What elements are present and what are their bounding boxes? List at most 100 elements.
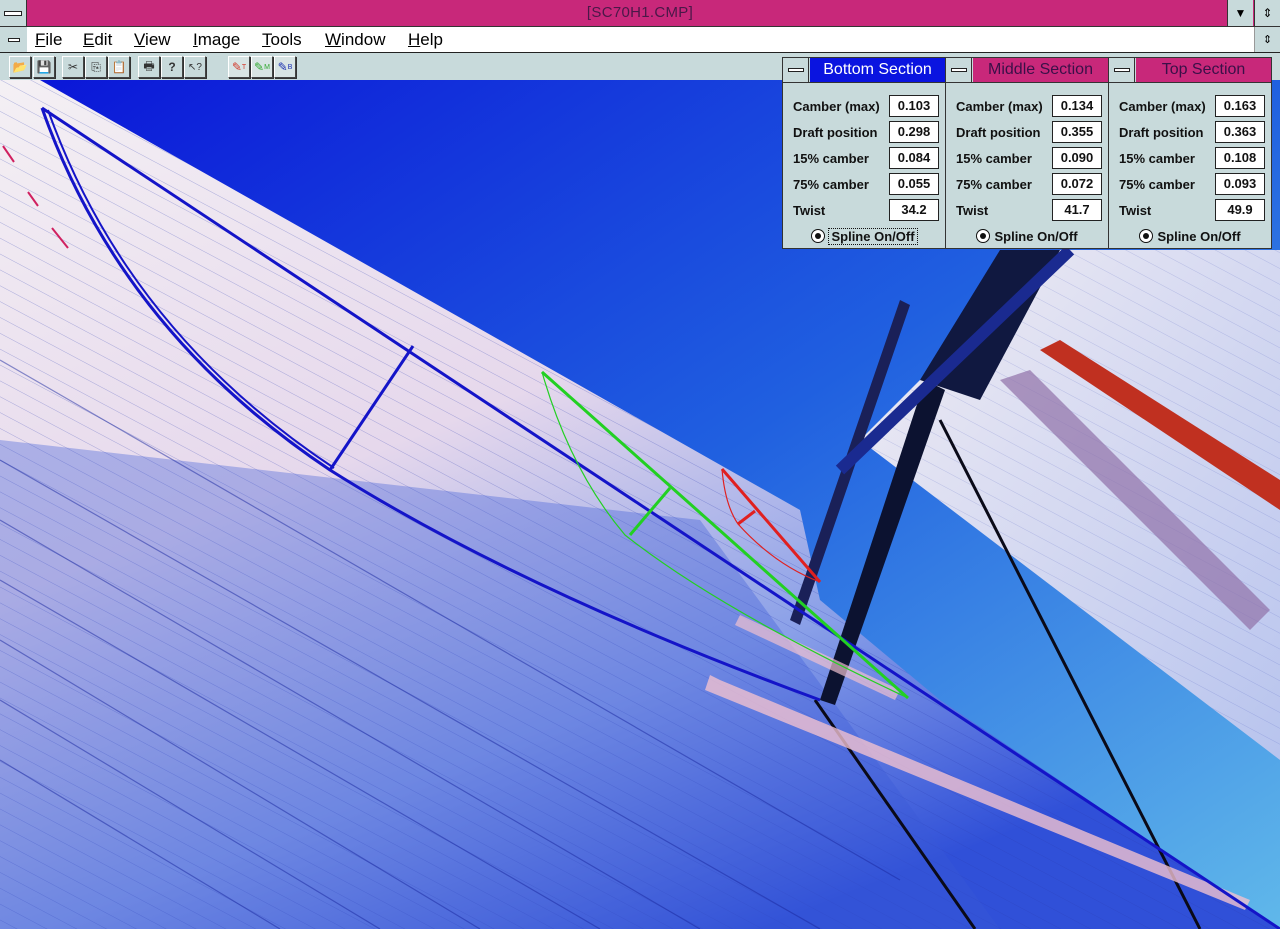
field-label: 15% camber <box>1119 151 1195 166</box>
question-mark-icon: ? <box>168 60 176 74</box>
copy-button[interactable]: ⎘ <box>85 56 107 78</box>
field-row: 15% camber 0.084 <box>783 147 945 171</box>
menu-bar: File Edit View Image Tools Window Help ⇕ <box>0 27 1280 53</box>
window-title: [SC70H1.CMP] <box>586 4 694 21</box>
panel-menu-icon <box>787 68 804 72</box>
field-label: Twist <box>1119 203 1152 218</box>
menu-image[interactable]: Image <box>193 30 240 50</box>
field-label: Twist <box>793 203 826 218</box>
camber-max-field[interactable]: 0.134 <box>1052 95 1102 117</box>
draft-position-field[interactable]: 0.355 <box>1052 121 1102 143</box>
help-button[interactable]: ? <box>161 56 183 78</box>
field-label: Twist <box>956 203 989 218</box>
spline-toggle[interactable]: Spline On/Off <box>1109 229 1271 244</box>
field-label: 75% camber <box>1119 177 1195 192</box>
document-system-menu-button[interactable] <box>0 27 27 52</box>
menu-help[interactable]: Help <box>408 30 443 50</box>
twist-field[interactable]: 34.2 <box>889 199 939 221</box>
radio-selected-icon[interactable] <box>811 229 826 243</box>
folder-open-icon: 📂 <box>12 60 28 74</box>
camber-15-field[interactable]: 0.084 <box>889 147 939 169</box>
menu-window[interactable]: Window <box>325 30 385 50</box>
camber-max-field[interactable]: 0.163 <box>1215 95 1265 117</box>
twist-field[interactable]: 41.7 <box>1052 199 1102 221</box>
open-file-button[interactable]: 📂 <box>9 56 31 78</box>
menu-help-rest: elp <box>420 30 443 49</box>
spline-toggle[interactable]: Spline On/Off <box>946 229 1108 244</box>
camber-75-field[interactable]: 0.055 <box>889 173 939 195</box>
panel-header: Middle Section <box>946 58 1108 83</box>
menu-window-rest: indow <box>341 30 386 49</box>
field-row: 15% camber 0.108 <box>1109 147 1271 171</box>
twist-field[interactable]: 49.9 <box>1215 199 1265 221</box>
field-row: Draft position 0.298 <box>783 121 945 145</box>
field-label: 75% camber <box>956 177 1032 192</box>
field-row: Draft position 0.363 <box>1109 121 1271 145</box>
bottom-section-panel: Bottom Section Camber (max) 0.103 Draft p… <box>782 57 946 249</box>
menu-tools[interactable]: Tools <box>262 30 302 50</box>
radio-selected-icon[interactable] <box>1139 229 1154 243</box>
menu-file-accel: F <box>35 30 46 49</box>
field-row: Camber (max) 0.103 <box>783 95 945 119</box>
save-button[interactable]: 💾 <box>33 56 55 78</box>
field-label: 15% camber <box>793 151 869 166</box>
pointer-help-icon: ↖? <box>188 61 202 73</box>
menu-window-accel: W <box>325 30 342 49</box>
context-help-button[interactable]: ↖? <box>184 56 206 78</box>
menu-view-accel: V <box>134 30 146 49</box>
restore-button[interactable]: ⇕ <box>1254 0 1280 26</box>
field-label: 15% camber <box>956 151 1032 166</box>
menu-file-rest: ile <box>45 30 63 49</box>
spline-label: Spline On/Off <box>828 228 918 245</box>
bottom-section-pen-button[interactable]: ✎ B <box>274 56 296 78</box>
menu-view-rest: iew <box>145 30 171 49</box>
menu-tools-rest: ools <box>270 30 302 49</box>
radio-selected-icon[interactable] <box>976 229 991 243</box>
panel-menu-button[interactable] <box>783 58 809 82</box>
panel-menu-button[interactable] <box>1109 58 1135 82</box>
minimize-button[interactable]: ▼ <box>1227 0 1253 26</box>
menu-edit-accel: E <box>83 30 95 49</box>
field-label: Camber (max) <box>1119 99 1206 114</box>
pen-bottom-label: B <box>287 63 293 71</box>
pen-top-label: T <box>241 63 247 71</box>
print-button[interactable]: 🖶 <box>138 56 160 78</box>
panel-menu-button[interactable] <box>946 58 972 82</box>
scissors-icon: ✂ <box>67 60 79 74</box>
draft-position-field[interactable]: 0.363 <box>1215 121 1265 143</box>
camber-15-field[interactable]: 0.090 <box>1052 147 1102 169</box>
panel-header: Bottom Section <box>783 58 945 83</box>
copy-icon: ⎘ <box>91 59 101 74</box>
menu-view[interactable]: View <box>134 30 171 50</box>
top-section-panel: Top Section Camber (max) 0.163 Draft posi… <box>1108 57 1272 249</box>
cut-button[interactable]: ✂ <box>62 56 84 78</box>
restore-icon: ⇕ <box>1262 6 1273 20</box>
field-label: Draft position <box>956 125 1041 140</box>
top-section-pen-button[interactable]: ✎ T <box>228 56 250 78</box>
spline-toggle[interactable]: Spline On/Off <box>783 228 945 245</box>
camber-75-field[interactable]: 0.072 <box>1052 173 1102 195</box>
printer-icon: 🖶 <box>143 58 155 73</box>
field-label: Camber (max) <box>793 99 880 114</box>
field-label: Draft position <box>793 125 878 140</box>
document-menu-icon <box>7 37 20 42</box>
camber-max-field[interactable]: 0.103 <box>889 95 939 117</box>
pen-middle-label: M <box>264 63 270 71</box>
field-row: 75% camber 0.055 <box>783 173 945 197</box>
field-row: 75% camber 0.072 <box>946 173 1108 197</box>
middle-section-pen-button[interactable]: ✎ M <box>251 56 273 78</box>
field-row: 75% camber 0.093 <box>1109 173 1271 197</box>
chevron-down-icon: ▼ <box>1234 6 1247 20</box>
document-restore-button[interactable]: ⇕ <box>1254 27 1280 52</box>
menu-file[interactable]: File <box>35 30 62 50</box>
camber-15-field[interactable]: 0.108 <box>1215 147 1265 169</box>
panel-title: Bottom Section <box>810 58 945 82</box>
paste-button[interactable]: 📋 <box>108 56 130 78</box>
menu-help-accel: H <box>408 30 421 49</box>
menu-edit[interactable]: Edit <box>83 30 112 50</box>
draft-position-field[interactable]: 0.298 <box>889 121 939 143</box>
clipboard-icon: 📋 <box>111 60 127 74</box>
panel-menu-icon <box>1113 68 1130 72</box>
panel-title: Top Section <box>1136 58 1271 82</box>
camber-75-field[interactable]: 0.093 <box>1215 173 1265 195</box>
